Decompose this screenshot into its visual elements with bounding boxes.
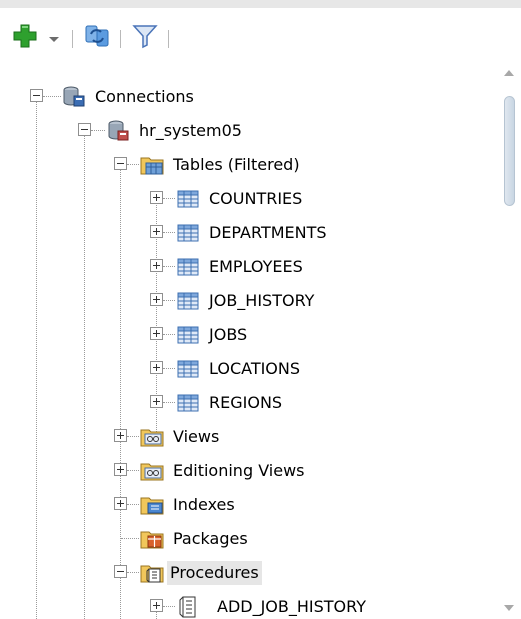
tree-node-table[interactable]: LOCATIONS (0, 352, 498, 386)
tree-node-editioning-views[interactable]: Editioning Views (0, 454, 498, 488)
tree-node-procedure[interactable]: ADD_JOB_HISTORY (0, 590, 498, 619)
expand-toggle[interactable] (150, 361, 163, 374)
tree-connector (127, 470, 139, 471)
expand-toggle[interactable] (114, 497, 127, 510)
tree-node-label: JOBS (209, 325, 248, 344)
tree-node-label: EMPLOYEES (209, 257, 303, 276)
expand-toggle[interactable] (150, 259, 163, 272)
procedures-folder-icon (140, 561, 164, 585)
tree-connector (127, 436, 139, 437)
tree-node-table[interactable]: JOB_HISTORY (0, 284, 498, 318)
tree-node-label: ADD_JOB_HISTORY (217, 597, 367, 616)
table-icon (176, 289, 200, 313)
expand-toggle[interactable] (150, 225, 163, 238)
tree-connector (91, 130, 105, 131)
toolbar-separator (72, 30, 73, 48)
collapse-toggle[interactable] (78, 123, 91, 136)
tree-connector (121, 538, 139, 539)
indexes-folder-icon (140, 493, 164, 517)
views-folder-icon (140, 425, 164, 449)
collapse-toggle[interactable] (30, 89, 43, 102)
vertical-scrollbar[interactable] (498, 66, 521, 619)
tree-connector (127, 504, 139, 505)
table-icon (176, 391, 200, 415)
packages-folder-icon (140, 527, 164, 551)
tree-node-tables[interactable]: Tables (Filtered) (0, 148, 498, 182)
tree-node-label: Indexes (173, 495, 235, 514)
tree-node-label: Views (173, 427, 220, 446)
scrollbar-thumb[interactable] (504, 96, 515, 206)
expand-toggle[interactable] (150, 293, 163, 306)
tree-connector (127, 572, 139, 573)
tree-connector (163, 368, 175, 369)
table-icon (176, 357, 200, 381)
tree-node-connection[interactable]: hr_system05 (0, 114, 498, 148)
collapse-toggle[interactable] (114, 157, 127, 170)
connections-panel: Connections hr_system05 Tables (Filtered… (0, 0, 521, 619)
tree-connector (43, 96, 61, 97)
views-folder-icon (140, 459, 164, 483)
toolbar-separator (168, 30, 169, 48)
filter-icon (132, 23, 158, 53)
connections-tree: Connections hr_system05 Tables (Filtered… (0, 66, 498, 619)
tree-node-table[interactable]: JOBS (0, 318, 498, 352)
tree-node-label: hr_system05 (139, 121, 242, 140)
tree-node-label: COUNTRIES (209, 189, 303, 208)
scroll-down-arrow-icon[interactable] (504, 605, 514, 611)
tree-connector (163, 606, 175, 607)
tree-node-procedures[interactable]: Procedures (0, 556, 498, 590)
tree-node-label: Connections (95, 87, 194, 106)
table-icon (176, 187, 200, 211)
add-connection-icon (12, 23, 38, 53)
procedure-icon (176, 595, 200, 619)
tree-node-packages[interactable]: Packages (0, 522, 498, 556)
tables-folder-icon (140, 153, 164, 177)
tree-node-label: REGIONS (209, 393, 283, 412)
tree-node-label: Editioning Views (173, 461, 305, 480)
tree-connector (163, 334, 175, 335)
scroll-up-arrow-icon[interactable] (504, 70, 514, 76)
collapse-toggle[interactable] (114, 565, 127, 578)
tree-node-label: Procedures (167, 561, 262, 585)
expand-toggle[interactable] (150, 395, 163, 408)
tree-connector (163, 232, 175, 233)
toolbar-separator (120, 30, 121, 48)
tree-node-label: Tables (Filtered) (173, 155, 300, 174)
tree-connector (163, 198, 175, 199)
connections-toolbar (0, 16, 521, 60)
tree-node-label: JOB_HISTORY (209, 291, 315, 310)
tree-connector (127, 164, 139, 165)
refresh-button[interactable] (80, 16, 114, 60)
connections-icon (62, 85, 86, 109)
table-icon (176, 255, 200, 279)
expand-toggle[interactable] (150, 191, 163, 204)
expand-toggle[interactable] (150, 599, 163, 612)
panel-header-strip (0, 0, 521, 8)
tree-connector (163, 266, 175, 267)
tree-node-indexes[interactable]: Indexes (0, 488, 498, 522)
tree-connector (163, 300, 175, 301)
tree-node-table[interactable]: EMPLOYEES (0, 250, 498, 284)
tree-node-views[interactable]: Views (0, 420, 498, 454)
expand-toggle[interactable] (150, 327, 163, 340)
add-connection-button[interactable] (8, 16, 42, 60)
expand-toggle[interactable] (114, 463, 127, 476)
tree-node-table[interactable]: REGIONS (0, 386, 498, 420)
add-connection-dropdown[interactable] (44, 16, 64, 60)
tree-connector (163, 402, 175, 403)
tree-node-table[interactable]: DEPARTMENTS (0, 216, 498, 250)
tree-node-label: Packages (173, 529, 248, 548)
tree-node-table[interactable]: COUNTRIES (0, 182, 498, 216)
refresh-icon (83, 22, 111, 54)
table-icon (176, 323, 200, 347)
filter-button[interactable] (128, 16, 162, 60)
tree-node-connections[interactable]: Connections (0, 80, 498, 114)
tree-node-label: LOCATIONS (209, 359, 301, 378)
expand-toggle[interactable] (114, 429, 127, 442)
table-icon (176, 221, 200, 245)
tree-node-label: DEPARTMENTS (209, 223, 327, 242)
database-connection-icon (106, 119, 130, 143)
chevron-down-icon (48, 29, 60, 48)
